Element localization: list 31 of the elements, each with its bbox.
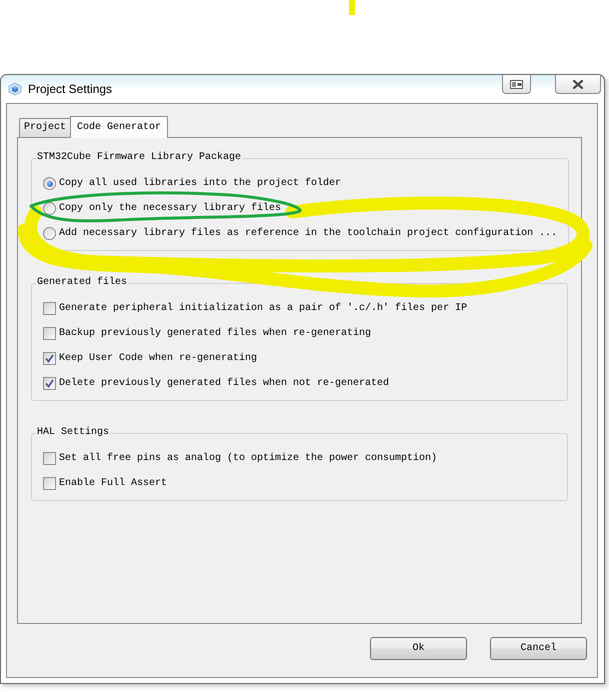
group-title: HAL Settings (36, 427, 110, 439)
dialog-button[interactable]: Ok (370, 637, 467, 660)
window-button[interactable] (502, 75, 531, 94)
group-title: STM32Cube Firmware Library Package (36, 152, 242, 164)
radio-label[interactable]: Copy all used libraries into the project folder (59, 178, 342, 190)
dialog-button[interactable]: Cancel (490, 637, 587, 660)
cube-icon (8, 82, 22, 96)
tab[interactable]: Project (19, 118, 72, 137)
radio-label[interactable]: Add necessary library files as reference in the toolchain project configuration ... (59, 228, 558, 240)
checkbox-label[interactable]: Keep User Code when re-generating (59, 352, 258, 364)
checkbox[interactable] (43, 302, 56, 315)
checkbox[interactable] (43, 352, 56, 365)
radio-button[interactable] (43, 227, 56, 240)
checkbox-label[interactable]: Set all free pins as analog (to optimize the power consumption) (59, 452, 438, 464)
checkbox-label[interactable]: Enable Full Assert (59, 478, 168, 490)
radio-button[interactable] (43, 202, 56, 215)
checkbox[interactable] (43, 377, 56, 390)
checkbox-label[interactable]: Backup previously generated files when re-generating (59, 328, 372, 340)
checkbox[interactable] (43, 452, 56, 465)
close-button[interactable] (555, 75, 601, 94)
close-icon (573, 80, 583, 88)
tab[interactable]: Code Generator (70, 116, 168, 138)
checkbox-label[interactable]: Delete previously generated files when not re-generated (59, 378, 390, 390)
window-icon (510, 80, 523, 88)
checkbox[interactable] (43, 327, 56, 340)
group-title: Generated files (36, 277, 128, 289)
radio-label[interactable]: Copy only the necessary library files (59, 202, 282, 214)
checkbox[interactable] (43, 477, 56, 490)
window-title: Project Settings (28, 82, 112, 96)
checkbox-label[interactable]: Generate peripheral initialization as a pair of '.c/.h' files per IP (59, 302, 468, 314)
radio-button[interactable] (43, 177, 56, 190)
